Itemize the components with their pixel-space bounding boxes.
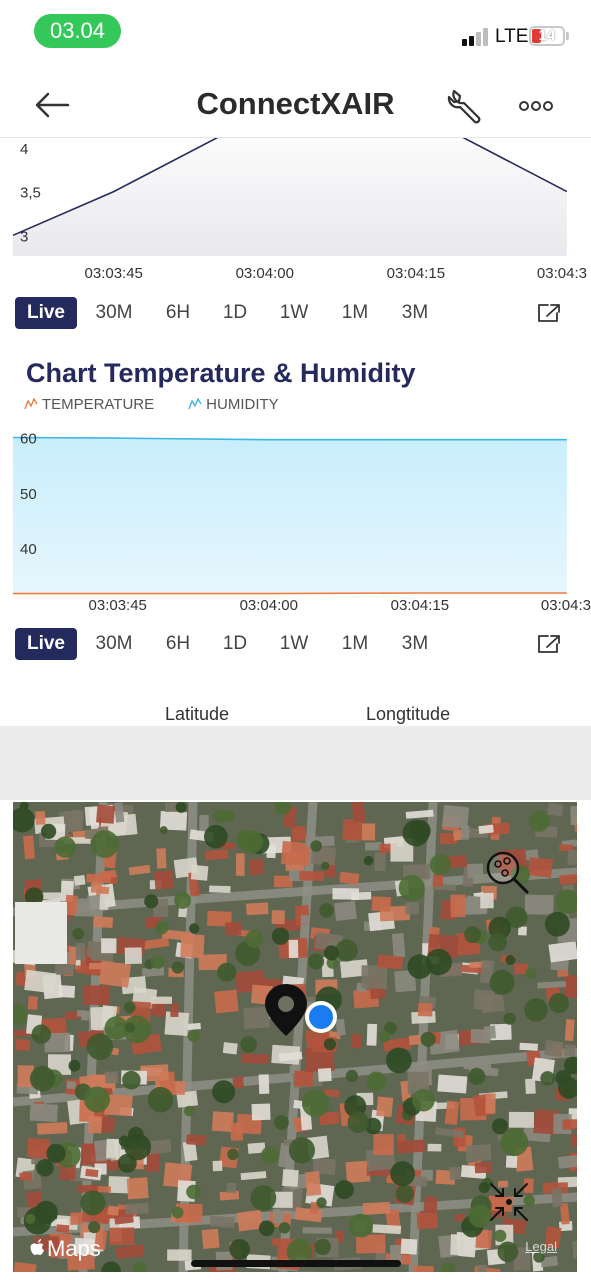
recenter-button[interactable] [487, 1180, 531, 1224]
top-x-tick: 03:04:00 [236, 265, 294, 282]
cellular-signal-icon [462, 28, 492, 46]
maps-attribution: Maps [29, 1236, 101, 1262]
current-location-dot [305, 1001, 337, 1033]
top-y-tick: 3,5 [20, 185, 41, 202]
top-range-live[interactable]: Live [15, 297, 77, 329]
recenter-icon [490, 1183, 528, 1221]
map-search-icon [486, 851, 529, 894]
top-range-1w[interactable]: 1W [268, 297, 320, 329]
maps-brand-label: Maps [47, 1236, 101, 1261]
top-x-tick: 03:04:3 [537, 265, 587, 282]
th-range-1m[interactable]: 1M [330, 628, 380, 660]
legal-link[interactable]: Legal [525, 1239, 557, 1254]
top-range-30m[interactable]: 30M [88, 297, 140, 329]
th-range-1d[interactable]: 1D [212, 628, 258, 660]
location-pin-icon [265, 984, 307, 1036]
coordinates-values-box [0, 726, 591, 800]
ellipsis-icon [519, 101, 553, 111]
status-bar: 03.04 LTE 14 [0, 0, 591, 66]
th-range-bar: Live 30M 6H 1D 1W 1M 3M [0, 628, 591, 662]
th-range-3m[interactable]: 3M [390, 628, 440, 660]
home-indicator[interactable] [191, 1260, 401, 1267]
legend-humidity-label: HUMIDITY [206, 396, 279, 413]
th-expand-button[interactable] [536, 633, 562, 655]
top-chart-plot: 4 3,5 3 03:03:45 03:04:00 03:04:15 03:04:3 [12, 112, 587, 282]
th-x-tick: 03:04:00 [240, 597, 298, 614]
th-x-tick: 03:03:45 [89, 597, 147, 614]
location-pin[interactable] [263, 982, 309, 1038]
status-time: 03.04 [34, 14, 121, 48]
top-y-tick: 3 [20, 228, 28, 245]
app-title: ConnectXAIR [196, 86, 395, 121]
legend-temperature-label: TEMPERATURE [41, 396, 155, 413]
th-y-tick: 50 [20, 486, 37, 503]
battery-level: 14 [538, 27, 556, 44]
settings-button[interactable] [446, 86, 486, 126]
th-y-tick: 60 [20, 431, 37, 448]
th-range-1w[interactable]: 1W [268, 628, 320, 660]
top-range-bar: Live 30M 6H 1D 1W 1M 3M [0, 297, 591, 331]
wrench-icon [447, 89, 481, 124]
apple-logo-icon [30, 1239, 44, 1255]
top-range-3m[interactable]: 3M [390, 297, 440, 329]
top-x-tick: 03:03:45 [85, 265, 143, 282]
humidity-legend-icon [188, 397, 202, 410]
top-range-6h[interactable]: 6H [154, 297, 202, 329]
th-range-6h[interactable]: 6H [154, 628, 202, 660]
humidity-area [13, 437, 567, 594]
battery-cap [566, 32, 569, 40]
th-range-30m[interactable]: 30M [88, 628, 140, 660]
th-range-live[interactable]: Live [15, 628, 77, 660]
th-x-tick: 03:04:3 [541, 597, 591, 614]
top-series-area [13, 112, 567, 257]
temp-humidity-chart: 60 50 40 03:03:45 03:04:00 03:04:15 03:04:3 [0, 414, 591, 620]
chart-title: Chart Temperature & Humidity [26, 358, 416, 388]
th-x-tick: 03:04:15 [391, 597, 449, 614]
top-range-1m[interactable]: 1M [330, 297, 380, 329]
th-y-tick: 40 [20, 541, 37, 558]
satellite-map[interactable]: Maps Legal [13, 802, 577, 1272]
top-expand-button[interactable] [536, 302, 562, 324]
top-y-tick: 4 [20, 141, 28, 158]
coordinates-section: Latitude Longtitude [0, 704, 591, 800]
nav-bar: ConnectXAIR [0, 70, 591, 138]
top-chart: 4 3,5 3 03:03:45 03:04:00 03:04:15 03:04:3 [0, 112, 591, 288]
latitude-label: Latitude [165, 704, 230, 724]
legend-humidity[interactable]: HUMIDITY [188, 396, 279, 413]
temperature-legend-icon [24, 397, 38, 410]
expand-icon [538, 304, 560, 322]
longitude-label: Longtitude [366, 704, 451, 724]
top-x-tick: 03:04:15 [387, 265, 445, 282]
temperature-line [13, 592, 567, 595]
more-button[interactable] [516, 94, 556, 118]
network-type: LTE [495, 26, 529, 47]
expand-icon [538, 635, 560, 653]
temp-humidity-plot: 60 50 40 03:03:45 03:04:00 03:04:15 03:04:3 [12, 431, 591, 614]
map-search-button[interactable] [483, 848, 533, 898]
battery-icon: 14 [529, 26, 565, 46]
legend-temperature[interactable]: TEMPERATURE [24, 396, 154, 413]
top-range-1d[interactable]: 1D [212, 297, 258, 329]
